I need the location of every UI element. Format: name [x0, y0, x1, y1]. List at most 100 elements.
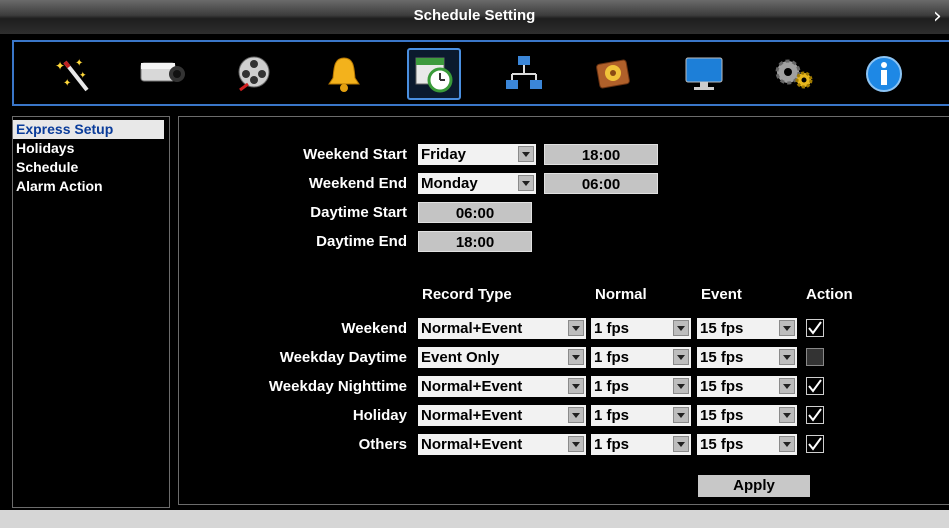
- film-reel-icon[interactable]: [227, 48, 281, 100]
- weekend-start-day-select[interactable]: Friday: [418, 144, 536, 165]
- apply-button[interactable]: Apply: [698, 475, 810, 497]
- normal-fps-select[interactable]: 1 fps: [591, 434, 691, 455]
- check-icon: [808, 379, 822, 393]
- dropdown-arrow-icon: [779, 407, 795, 423]
- weekend-end-label: Weekend End: [308, 175, 407, 192]
- row-label-holiday: Holiday: [352, 407, 407, 424]
- weekend-start-time-field[interactable]: 18:00: [544, 144, 658, 165]
- close-icon[interactable]: ›: [933, 6, 949, 28]
- event-fps-select[interactable]: 15 fps: [697, 318, 797, 339]
- wizard-wand-icon[interactable]: ✦ ✦ ✦ ✦: [46, 48, 100, 100]
- sidebar-item-holidays[interactable]: Holidays: [13, 139, 169, 158]
- main-toolbar: ✦ ✦ ✦ ✦: [12, 40, 949, 106]
- dropdown-arrow-icon: [518, 146, 534, 162]
- event-fps-select[interactable]: 15 fps: [697, 376, 797, 397]
- event-fps-value: 15 fps: [700, 378, 744, 395]
- svg-text:✦: ✦: [55, 59, 65, 73]
- weekend-end-time-field[interactable]: 06:00: [544, 173, 658, 194]
- event-header: Event: [701, 286, 742, 303]
- normal-fps-value: 1 fps: [594, 436, 630, 453]
- info-icon[interactable]: [857, 48, 911, 100]
- daytime-start-label: Daytime Start: [310, 204, 407, 221]
- row-label-weekday-daytime: Weekday Daytime: [279, 349, 407, 366]
- dropdown-arrow-icon: [568, 378, 584, 394]
- svg-text:✦: ✦: [75, 58, 83, 69]
- check-icon: [808, 408, 822, 422]
- window-title: Schedule Setting: [413, 7, 536, 24]
- normal-fps-value: 1 fps: [594, 349, 630, 366]
- normal-fps-select[interactable]: 1 fps: [591, 347, 691, 368]
- svg-text:✦: ✦: [63, 78, 71, 89]
- record-type-value: Event Only: [421, 349, 500, 366]
- event-fps-value: 15 fps: [700, 349, 744, 366]
- dropdown-arrow-icon: [779, 349, 795, 365]
- dropdown-arrow-icon: [673, 349, 689, 365]
- status-bar: [0, 510, 949, 528]
- record-type-select[interactable]: Event Only: [418, 347, 586, 368]
- row-label-weekend: Weekend: [341, 320, 407, 337]
- svg-text:✦: ✦: [79, 70, 87, 80]
- daytime-end-label: Daytime End: [316, 233, 407, 250]
- action-checkbox[interactable]: [806, 377, 824, 395]
- dropdown-arrow-icon: [568, 436, 584, 452]
- dropdown-arrow-icon: [779, 320, 795, 336]
- action-header: Action: [806, 286, 853, 303]
- daytime-start-time-field[interactable]: 06:00: [418, 202, 532, 223]
- event-fps-value: 15 fps: [700, 407, 744, 424]
- daytime-end-time-field[interactable]: 18:00: [418, 231, 532, 252]
- event-fps-value: 15 fps: [700, 436, 744, 453]
- action-checkbox[interactable]: [806, 406, 824, 424]
- sidebar-menu: Express Setup Holidays Schedule Alarm Ac…: [12, 116, 170, 508]
- record-type-select[interactable]: Normal+Event: [418, 434, 586, 455]
- normal-fps-value: 1 fps: [594, 378, 630, 395]
- record-type-select[interactable]: Normal+Event: [418, 376, 586, 397]
- record-type-select[interactable]: Normal+Event: [418, 318, 586, 339]
- row-label-others: Others: [358, 436, 407, 453]
- action-checkbox[interactable]: [806, 348, 824, 366]
- sidebar-item-alarm-action[interactable]: Alarm Action: [13, 177, 169, 196]
- alarm-bell-icon[interactable]: [317, 48, 371, 100]
- weekend-end-day-select[interactable]: Monday: [418, 173, 536, 194]
- hard-disk-icon[interactable]: [587, 48, 641, 100]
- row-label-weekday-nighttime: Weekday Nighttime: [268, 378, 407, 395]
- dropdown-arrow-icon: [568, 407, 584, 423]
- event-fps-value: 15 fps: [700, 320, 744, 337]
- normal-fps-select[interactable]: 1 fps: [591, 405, 691, 426]
- network-icon[interactable]: [497, 48, 551, 100]
- schedule-clock-icon[interactable]: [407, 48, 461, 100]
- weekend-start-day-value: Friday: [421, 146, 467, 163]
- sidebar-item-express-setup[interactable]: Express Setup: [13, 120, 164, 139]
- weekend-start-label: Weekend Start: [303, 146, 407, 163]
- normal-fps-select[interactable]: 1 fps: [591, 376, 691, 397]
- record-type-select[interactable]: Normal+Event: [418, 405, 586, 426]
- dropdown-arrow-icon: [568, 349, 584, 365]
- dropdown-arrow-icon: [779, 378, 795, 394]
- record-type-value: Normal+Event: [421, 436, 523, 453]
- system-gears-icon[interactable]: [767, 48, 821, 100]
- event-fps-select[interactable]: 15 fps: [697, 434, 797, 455]
- monitor-icon[interactable]: [677, 48, 731, 100]
- normal-fps-select[interactable]: 1 fps: [591, 318, 691, 339]
- dropdown-arrow-icon: [673, 436, 689, 452]
- record-type-header: Record Type: [422, 286, 512, 303]
- normal-fps-value: 1 fps: [594, 320, 630, 337]
- check-icon: [808, 437, 822, 451]
- action-checkbox[interactable]: [806, 435, 824, 453]
- event-fps-select[interactable]: 15 fps: [697, 347, 797, 368]
- dropdown-arrow-icon: [568, 320, 584, 336]
- dropdown-arrow-icon: [673, 378, 689, 394]
- record-type-value: Normal+Event: [421, 320, 523, 337]
- action-checkbox[interactable]: [806, 319, 824, 337]
- sidebar-item-schedule[interactable]: Schedule: [13, 158, 169, 177]
- event-fps-select[interactable]: 15 fps: [697, 405, 797, 426]
- title-bar: Schedule Setting ›: [0, 0, 949, 35]
- dropdown-arrow-icon: [779, 436, 795, 452]
- normal-header: Normal: [595, 286, 647, 303]
- normal-fps-value: 1 fps: [594, 407, 630, 424]
- check-icon: [808, 321, 822, 335]
- dropdown-arrow-icon: [673, 320, 689, 336]
- camera-icon[interactable]: [136, 48, 190, 100]
- weekend-end-day-value: Monday: [421, 175, 478, 192]
- record-type-value: Normal+Event: [421, 378, 523, 395]
- dropdown-arrow-icon: [673, 407, 689, 423]
